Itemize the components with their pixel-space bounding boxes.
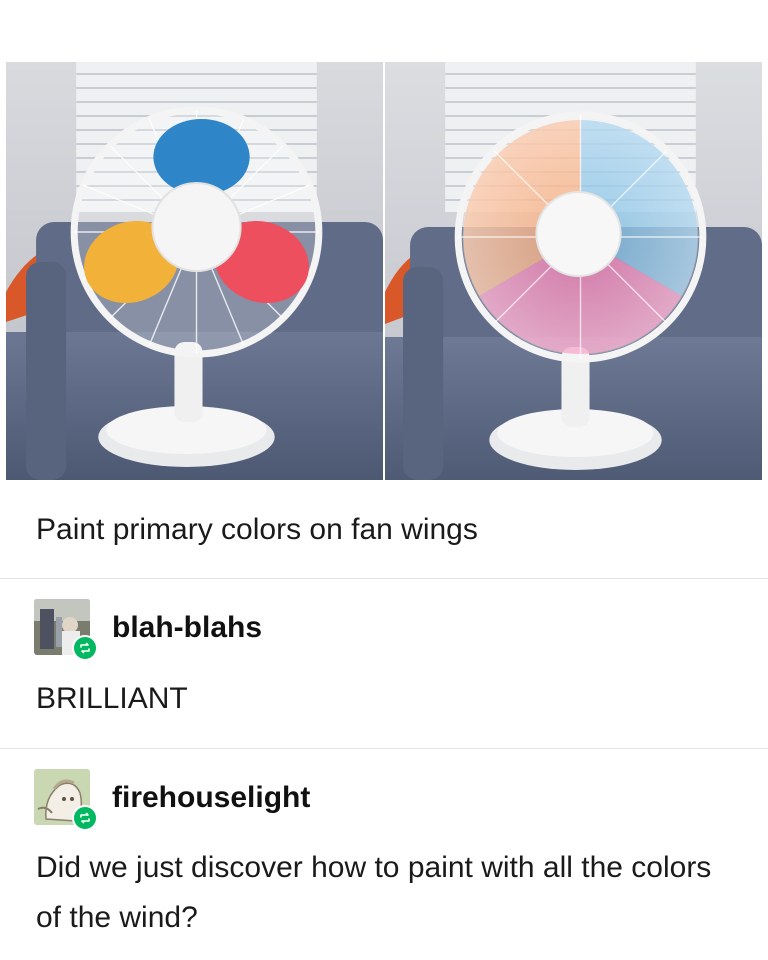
divider [0, 578, 768, 579]
reblog-username[interactable]: blah-blahs [112, 611, 262, 645]
avatar[interactable] [34, 769, 98, 831]
post-caption: Paint primary colors on fan wings [36, 513, 478, 546]
reblog-comment: Did we just discover how to paint with a… [36, 851, 712, 934]
fan-still-photo [6, 62, 383, 480]
fan-spinning-photo [385, 62, 762, 480]
reblog-icon [72, 805, 98, 831]
post-photo-collage[interactable] [6, 62, 762, 480]
reblog-comment: BRILLIANT [36, 682, 188, 715]
avatar[interactable] [34, 599, 98, 661]
reblog-username[interactable]: firehouselight [112, 781, 310, 815]
reblog-header: blah-blahs [34, 599, 262, 661]
divider [0, 748, 768, 749]
reblog-icon [72, 635, 98, 661]
reblog-header: firehouselight [34, 769, 310, 831]
